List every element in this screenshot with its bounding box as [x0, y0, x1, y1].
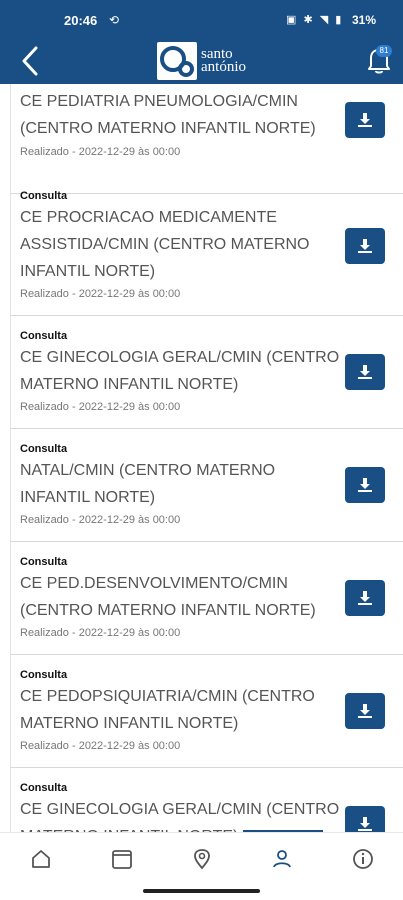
- item-type: Consulta: [20, 330, 68, 342]
- calendar-icon: [112, 850, 132, 869]
- home-indicator[interactable]: [143, 889, 260, 893]
- download-button[interactable]: [345, 806, 385, 832]
- list-item: Consulta CE GINECOLOGIA GERAL/CMIN (CENT…: [10, 768, 403, 832]
- back-button[interactable]: [14, 44, 50, 78]
- bottom-navigation: [0, 832, 403, 885]
- download-button[interactable]: [345, 580, 385, 616]
- item-title: CE GINECOLOGIA GERAL/CMIN (CENTRO MATERN…: [20, 801, 340, 832]
- item-title: CE PED.DESENVOLVIMENTO/CMIN (CENTRO MATE…: [20, 575, 316, 619]
- item-type: Consulta: [20, 669, 68, 681]
- logo-mark-icon: [157, 42, 197, 80]
- nav-locations[interactable]: [190, 847, 214, 871]
- item-title: CE PEDIATRIA PNEUMOLOGIA/CMIN (CENTRO MA…: [20, 93, 316, 137]
- download-button[interactable]: [345, 693, 385, 729]
- download-button[interactable]: [345, 228, 385, 264]
- item-status: Realizado - 2022-12-29 às 00:00: [20, 740, 181, 752]
- status-icons: ▣ ✱ ◥ ▮: [286, 14, 344, 26]
- download-icon: [358, 478, 372, 492]
- nav-profile[interactable]: [270, 847, 294, 871]
- item-title: CE GINECOLOGIA GERAL/CMIN (CENTRO MATERN…: [20, 349, 340, 393]
- item-type: Consulta: [20, 556, 68, 568]
- list-item: Consulta CE GINECOLOGIA GERAL/CMIN (CENT…: [10, 316, 403, 429]
- download-icon: [358, 817, 372, 831]
- status-bar: 20:46 ⟲ ▣ ✱ ◥ ▮ 31%: [0, 0, 403, 40]
- item-status: Realizado - 2022-12-29 às 00:00: [20, 627, 181, 639]
- item-title: NATAL/CMIN (CENTRO MATERNO INFANTIL NORT…: [20, 462, 276, 506]
- list-item: Consulta CE PED.DESENVOLVIMENTO/CMIN (CE…: [10, 542, 403, 655]
- list-item: Consulta CE PEDOPSIQUIATRIA/CMIN (CENTRO…: [10, 655, 403, 768]
- chevron-left-icon: [22, 46, 38, 76]
- nav-calendar[interactable]: [110, 847, 134, 871]
- item-title: CE PEDOPSIQUIATRIA/CMIN (CENTRO MATERNO …: [20, 688, 315, 732]
- item-status: Realizado - 2022-12-29 às 00:00: [20, 401, 181, 413]
- item-type: Consulta: [20, 190, 68, 202]
- item-type: Consulta: [20, 443, 68, 455]
- nav-home[interactable]: [29, 847, 53, 871]
- download-button[interactable]: [345, 467, 385, 503]
- item-status: Realizado - 2022-12-29 às 00:00: [20, 514, 181, 526]
- list-item: Consulta NATAL/CMIN (CENTRO MATERNO INFA…: [10, 429, 403, 542]
- logo-wordmark: santo antónio: [201, 47, 246, 75]
- download-button[interactable]: [345, 102, 385, 138]
- download-icon: [358, 591, 372, 605]
- nav-info[interactable]: [351, 847, 375, 871]
- logo-line-2: antónio: [201, 59, 246, 75]
- download-icon: [358, 704, 372, 718]
- download-button[interactable]: [345, 354, 385, 390]
- download-icon: [358, 113, 372, 127]
- appointments-list[interactable]: CE PEDIATRIA PNEUMOLOGIA/CMIN (CENTRO MA…: [0, 84, 403, 832]
- list-item: Consulta CE PROCRIACAO MEDICAMENTE ASSIS…: [10, 176, 403, 316]
- download-icon: [358, 239, 372, 253]
- home-icon: [32, 850, 50, 868]
- item-type: Consulta: [20, 782, 68, 794]
- top-bar: 20:46 ⟲ ▣ ✱ ◥ ▮ 31% santo antónio 81: [0, 0, 403, 84]
- sync-icon: ⟲: [109, 13, 120, 27]
- battery-level: 31%: [352, 13, 377, 27]
- location-pin-icon: [194, 849, 210, 870]
- notification-badge: 81: [376, 45, 392, 57]
- info-icon: [353, 849, 373, 869]
- profile-icon: [273, 850, 291, 868]
- item-title: CE PROCRIACAO MEDICAMENTE ASSISTIDA/CMIN…: [20, 209, 310, 280]
- item-status: Realizado - 2022-12-29 às 00:00: [20, 146, 181, 158]
- download-icon: [358, 365, 372, 379]
- item-status: Realizado - 2022-12-29 às 00:00: [20, 288, 181, 300]
- status-time: 20:46: [64, 13, 98, 28]
- app-logo: santo antónio: [157, 42, 255, 82]
